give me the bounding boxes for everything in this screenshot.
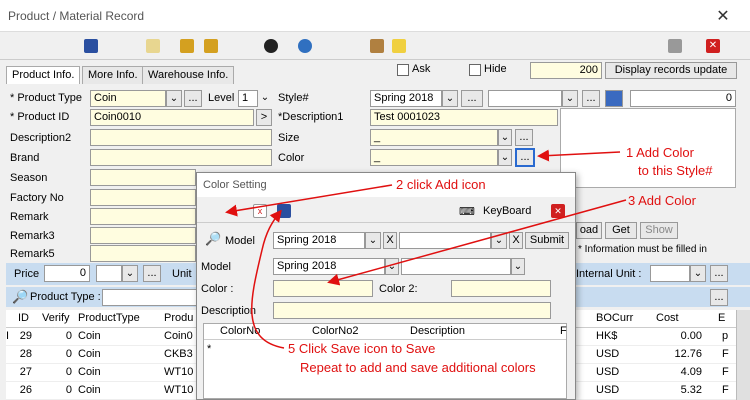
arrow-step1 — [537, 149, 621, 162]
arrow-step3 — [327, 199, 627, 286]
annotation-arrows — [225, 149, 627, 349]
arrow-step2 — [225, 184, 393, 217]
arrow-step5 — [251, 209, 285, 349]
